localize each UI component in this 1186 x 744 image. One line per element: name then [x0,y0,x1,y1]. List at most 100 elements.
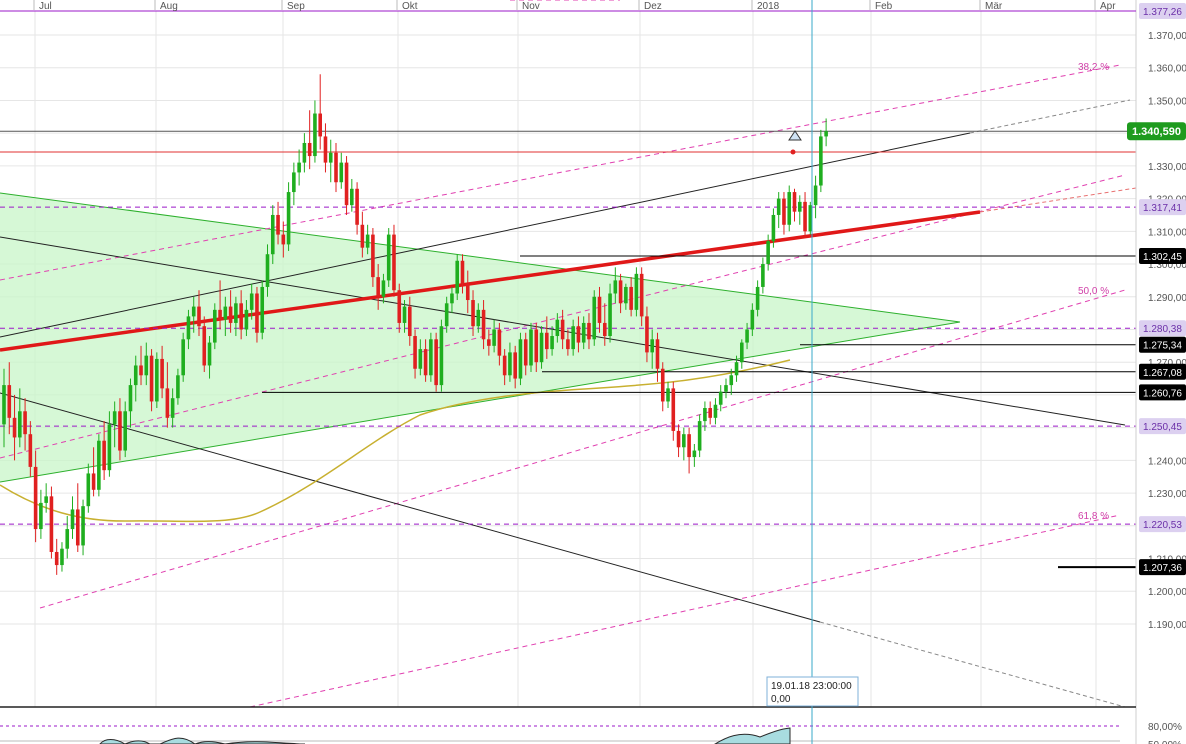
candle-body [687,434,691,458]
candle-body [276,214,280,235]
candle-body [239,303,243,330]
price-tick-label: 1.200,00 [1148,587,1186,598]
fib-label: 61,8 % [1078,511,1109,522]
candle-body [307,142,312,157]
candle-body [70,509,75,530]
candle-body [97,440,101,490]
candle-body [502,355,507,376]
candle-body [207,342,212,366]
candle-body [65,529,70,549]
candle-body [23,411,27,435]
candle-body [529,329,533,366]
candle-body [202,326,207,366]
candle-body [513,352,517,379]
price-tick-label: 1.230,00 [1148,489,1186,500]
candle-body [413,336,417,369]
candle-body [2,385,6,425]
candle-body [692,450,697,458]
candle-body [682,434,686,448]
candle-body [624,286,628,304]
candle-body [402,306,407,323]
candle-body [597,296,602,323]
candle-body [618,280,623,304]
candle-body [149,355,154,402]
level-label-text: 1.302,45 [1143,252,1182,263]
candle-body [560,319,565,340]
candle-body [386,234,391,281]
candle-body [139,365,143,376]
candle-body [782,198,786,225]
month-label: Nov [522,1,540,12]
candle-body [613,280,618,294]
price-chart[interactable]: 1.370,001.360,001.350,001.340,001.330,00… [0,0,1186,744]
month-label: Aug [160,1,178,12]
candle-body [297,162,301,173]
candle-body [281,234,286,245]
candle-body [213,309,217,343]
candle-body [33,466,38,530]
candle-body [249,293,254,310]
candle-body [344,162,349,206]
fib-label: 38,2 % [1078,62,1109,73]
candle-body [581,322,586,343]
candle-body [255,293,259,333]
candle-body [170,398,175,418]
candle-body [397,290,402,323]
indicator-level-label: 80,00% [1148,722,1182,733]
candle-body [497,329,502,356]
candle-body [697,421,702,451]
candle-body [587,322,591,340]
candle-body [218,309,222,320]
candle-body [228,306,233,323]
month-label: Jul [39,1,52,12]
candle-body [49,496,54,552]
candle-body [155,358,159,402]
candle-body [286,192,291,245]
candle-body [434,339,438,386]
candle-body [508,352,512,376]
month-label: Apr [1100,1,1116,12]
month-label: Mär [985,1,1003,12]
candle-body [197,306,201,327]
candle-body [813,185,818,206]
candle-body [133,365,138,386]
candle-body [376,277,380,297]
candle-body [566,339,570,350]
candle-body [176,375,180,399]
candle-body [444,303,449,327]
candle-body [629,286,633,310]
candle-body [771,214,776,242]
month-label: Dez [644,1,662,12]
candle-body [724,385,728,392]
price-tick-label: 1.290,00 [1148,293,1186,304]
level-label-text: 1.267,08 [1143,368,1182,379]
price-tick-label: 1.190,00 [1148,620,1186,631]
candle-body [423,349,428,376]
level-label-text: 1.250,45 [1143,422,1182,433]
candle-body [650,339,655,353]
candle-body [766,241,770,265]
candle-body [487,339,491,346]
month-label: Feb [875,1,893,12]
candle-body [608,293,612,337]
price-tick-label: 1.330,00 [1148,162,1186,173]
candle-body [803,201,807,232]
candle-body [112,411,117,425]
candle-body [824,131,828,137]
level-label-text: 1.317,41 [1143,203,1182,214]
candle-body [576,326,581,343]
candle-body [523,339,528,366]
candle-body [86,473,91,507]
candle-body [797,201,802,212]
candle-body [292,172,296,193]
candle-body [234,303,238,323]
candle-body [318,113,322,137]
candle-body [571,326,575,350]
candle-body [18,411,22,438]
candle-body [787,192,792,225]
candle-body [676,430,681,448]
candle-body [460,260,465,284]
candle-body [708,408,712,418]
candle-body [12,417,17,438]
candle-body [302,142,307,163]
